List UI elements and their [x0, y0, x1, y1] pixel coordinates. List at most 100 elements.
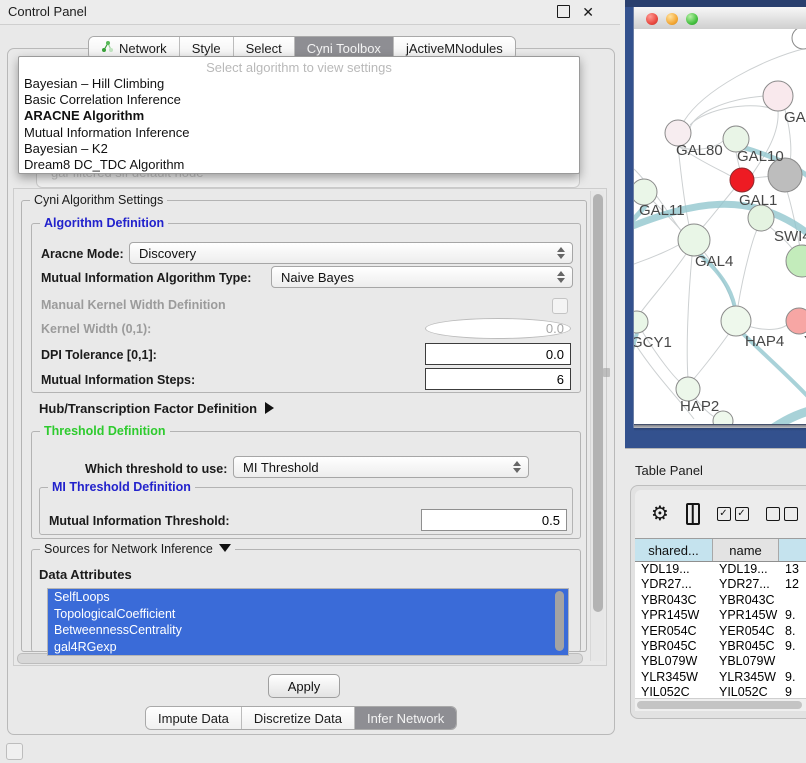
table-panel-box: ⚙ ✓✓ shared...name YDL19...YDL19...13YDR… [630, 485, 806, 719]
network-node-y[interactable] [786, 308, 806, 334]
network-node-gcy1[interactable] [634, 311, 648, 333]
kernel-width-field[interactable]: 0.0 [425, 318, 571, 339]
table-row[interactable]: YBR043CYBR043C [635, 593, 806, 608]
attribute-list-item[interactable]: TopologicalCoefficient [48, 606, 568, 623]
attributes-scrollbar[interactable] [555, 591, 564, 651]
algorithm-list-item[interactable]: Bayesian – K2 [19, 141, 579, 157]
aracne-mode-combo[interactable]: Discovery [129, 242, 573, 264]
dock-corner-button[interactable] [6, 743, 23, 760]
network-node-gal1[interactable] [730, 168, 754, 192]
attribute-list-item[interactable]: gal4RGexp [48, 639, 568, 656]
apply-button[interactable]: Apply [268, 674, 340, 698]
minimize-traffic-light-icon[interactable] [666, 13, 678, 25]
table-cell: 9. [779, 670, 806, 685]
data-attributes-list[interactable]: SelfLoopsTopologicalCoefficientBetweenne… [47, 588, 569, 656]
close-traffic-light-icon[interactable] [646, 13, 658, 25]
table-cell: YPR145W [713, 608, 779, 623]
table-cell [779, 593, 806, 608]
split-view-icon[interactable] [686, 503, 700, 525]
algorithm-definition-title: Algorithm Definition [40, 216, 168, 230]
panel-divider-handle[interactable] [603, 368, 610, 377]
attribute-list-item[interactable]: BetweennessCentrality [48, 622, 568, 639]
tab-impute-data[interactable]: Impute Data [146, 707, 241, 729]
table-cell: YDR27... [635, 577, 713, 592]
which-threshold-combo[interactable]: MI Threshold [233, 456, 529, 478]
table-cell: YIL052C [713, 685, 779, 698]
table-row[interactable]: YBL079WYBL079W [635, 654, 806, 669]
network-node[interactable] [786, 245, 806, 277]
tab-label: Infer Network [367, 711, 444, 726]
mi-type-combo[interactable]: Naive Bayes [271, 266, 573, 288]
node-label: GAL [784, 109, 806, 126]
table-horizontal-scrollbar[interactable] [635, 698, 806, 711]
table-cell: YIL052C [635, 685, 713, 698]
table-cell: 12 [779, 577, 806, 592]
table-cell: YER054C [713, 624, 779, 639]
table-row[interactable]: YLR345WYLR345W9. [635, 670, 806, 685]
network-node[interactable] [792, 29, 806, 49]
hub-definition-toggle[interactable]: Hub/Transcription Factor Definition [39, 401, 274, 416]
column-header[interactable]: shared... [635, 539, 713, 561]
tab-label: Discretize Data [254, 711, 342, 726]
gear-icon[interactable]: ⚙ [651, 504, 669, 524]
mi-threshold-group-title: MI Threshold Definition [48, 480, 195, 494]
table-cell: YBR043C [635, 593, 713, 608]
mi-threshold-field[interactable]: 0.5 [421, 509, 567, 531]
column-header[interactable] [779, 539, 806, 561]
network-node-gal4[interactable] [678, 224, 710, 256]
algorithm-list-item[interactable]: ARACNE Algorithm [19, 108, 579, 124]
network-window-titlebar[interactable] [634, 7, 806, 30]
table-row[interactable]: YIL052CYIL052C9 [635, 685, 806, 698]
table-row[interactable]: YER054CYER054C8. [635, 624, 806, 639]
algorithm-list-item[interactable]: Bayesian – Hill Climbing [19, 76, 579, 92]
mi-type-value: Naive Bayes [281, 270, 354, 285]
hide-columns-icon[interactable] [766, 507, 798, 521]
tab-label: Network [119, 41, 167, 56]
show-columns-icon[interactable]: ✓✓ [717, 507, 749, 521]
table-row[interactable]: YDR27...YDR27...12 [635, 577, 806, 592]
tab-infer-network[interactable]: Infer Network [354, 707, 456, 729]
node-label: GAL1 [739, 192, 777, 209]
table-cell: YPR145W [635, 608, 713, 623]
desktop-strip [625, 0, 806, 7]
mi-steps-field[interactable]: 6 [425, 368, 571, 390]
network-node-gal[interactable] [763, 81, 793, 111]
collapse-down-icon [219, 544, 231, 552]
algorithm-list-item[interactable]: Dream8 DC_TDC Algorithm [19, 157, 579, 173]
column-header[interactable]: name [713, 539, 779, 561]
which-threshold-label: Which threshold to use: [85, 462, 227, 476]
hub-definition-label: Hub/Transcription Factor Definition [39, 401, 257, 416]
zoom-traffic-light-icon[interactable] [686, 13, 698, 25]
algorithm-list-item[interactable]: Mutual Information Inference [19, 125, 579, 141]
node-table[interactable]: shared...name YDL19...YDL19...13YDR27...… [635, 538, 806, 698]
attribute-list-item[interactable]: SelfLoops [48, 589, 568, 606]
network-node-hap4[interactable] [721, 306, 751, 336]
sources-group-title[interactable]: Sources for Network Inference [40, 542, 235, 556]
kernel-width-label: Kernel Width (0,1): [41, 322, 151, 336]
dpi-tolerance-label: DPI Tolerance [0,1]: [41, 348, 157, 362]
float-window-icon[interactable] [557, 5, 570, 18]
tab-discretize-data[interactable]: Discretize Data [241, 707, 354, 729]
mi-steps-label: Mutual Information Steps: [41, 373, 195, 387]
algorithm-dropdown-popup: Select algorithm to view settings Bayesi… [18, 56, 580, 174]
node-label: HAP2 [680, 398, 719, 415]
dpi-tolerance-field[interactable]: 0.0 [425, 343, 571, 365]
window-shadow [634, 424, 806, 431]
close-icon[interactable]: ✕ [582, 6, 594, 18]
manual-kernel-checkbox[interactable] [552, 298, 568, 314]
table-row[interactable]: YBR045CYBR045C9. [635, 639, 806, 654]
table-row[interactable]: YPR145WYPR145W9. [635, 608, 806, 623]
cyni-settings-group-title: Cyni Algorithm Settings [30, 193, 167, 207]
table-row[interactable]: YDL19...YDL19...13 [635, 562, 806, 577]
node-label: GAL4 [695, 253, 733, 270]
table-cell: 9. [779, 639, 806, 654]
table-cell: YDR27... [713, 577, 779, 592]
table-cell: YBR045C [713, 639, 779, 654]
table-cell: 9. [779, 608, 806, 623]
tab-label: Cyni Toolbox [307, 41, 381, 56]
table-body: YDL19...YDL19...13YDR27...YDR27...12YBR0… [635, 562, 806, 698]
network-canvas[interactable]: GALGAL80GAL10GAL1GAL11SWI4GAL4GCY1HAP4YH… [634, 29, 806, 424]
settings-vertical-scrollbar[interactable] [590, 191, 604, 661]
algorithm-list-item[interactable]: Basic Correlation Inference [19, 92, 579, 108]
table-cell: 9 [779, 685, 806, 698]
